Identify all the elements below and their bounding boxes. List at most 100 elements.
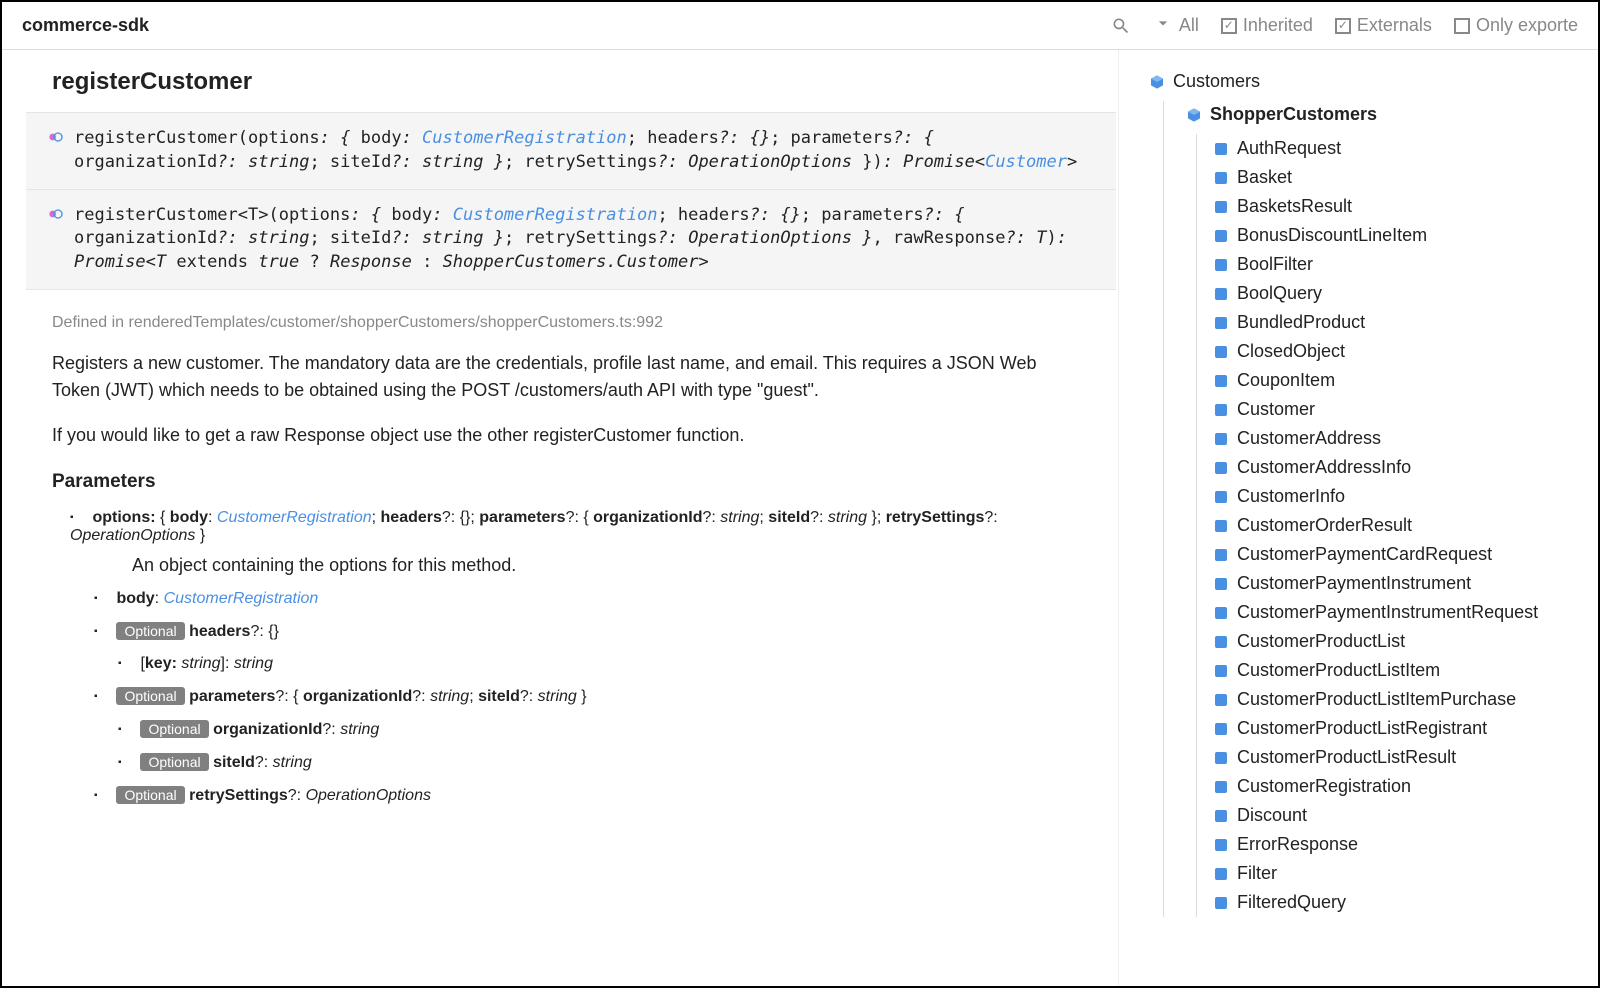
filter-only-exported-label: Only exporte	[1476, 15, 1578, 36]
sidebar-item-label: CustomerPaymentInstrumentRequest	[1237, 602, 1538, 623]
sidebar-item[interactable]: BundledProduct	[1215, 308, 1598, 337]
sidebar-item[interactable]: BoolFilter	[1215, 250, 1598, 279]
filter-inherited-label: Inherited	[1243, 15, 1313, 36]
sidebar-item-label: BonusDiscountLineItem	[1237, 225, 1427, 246]
sidebar-item-label: CustomerProductListItem	[1237, 660, 1440, 681]
sidebar-item-label: CouponItem	[1237, 370, 1335, 391]
param-siteid: Optional siteId?: string	[118, 753, 1118, 772]
sidebar-item[interactable]: CustomerOrderResult	[1215, 511, 1598, 540]
type-icon	[1215, 404, 1227, 416]
param-organizationid: Optional organizationId?: string	[118, 720, 1118, 739]
sidebar-item-label: CustomerRegistration	[1237, 776, 1411, 797]
param-headers: Optional headers?: {} [key: string]: str…	[94, 622, 1118, 673]
header: commerce-sdk All Inherited Externals Onl…	[2, 2, 1598, 50]
method-icon	[48, 206, 64, 222]
sidebar-item[interactable]: CouponItem	[1215, 366, 1598, 395]
filter-externals[interactable]: Externals	[1335, 15, 1432, 36]
sidebar-item-label: ErrorResponse	[1237, 834, 1358, 855]
sidebar-item[interactable]: Discount	[1215, 801, 1598, 830]
param-body: body: CustomerRegistration	[94, 590, 1118, 608]
sidebar-item[interactable]: Filter	[1215, 859, 1598, 888]
type-icon	[1215, 230, 1227, 242]
sidebar-item[interactable]: CustomerRegistration	[1215, 772, 1598, 801]
description-2: If you would like to get a raw Response …	[52, 422, 1088, 449]
sidebar-type-list: AuthRequest Basket BasketsResult BonusDisco…	[1196, 134, 1598, 917]
sidebar-item[interactable]: CustomerProductListItemPurchase	[1215, 685, 1598, 714]
sidebar-item[interactable]: CustomerPaymentCardRequest	[1215, 540, 1598, 569]
type-icon	[1215, 143, 1227, 155]
filter-inherited[interactable]: Inherited	[1221, 15, 1313, 36]
sidebar-item-label: ClosedObject	[1237, 341, 1345, 362]
sidebar-item[interactable]: BonusDiscountLineItem	[1215, 221, 1598, 250]
signature-1: registerCustomer(options: { body: Custom…	[26, 112, 1116, 190]
sidebar-group-customers[interactable]: Customers	[1149, 68, 1598, 95]
parameters-heading: Parameters	[52, 471, 1118, 493]
type-icon	[1215, 694, 1227, 706]
sidebar-item[interactable]: ClosedObject	[1215, 337, 1598, 366]
sidebar-item[interactable]: Basket	[1215, 163, 1598, 192]
sidebar-item[interactable]: CustomerPaymentInstrumentRequest	[1215, 598, 1598, 627]
checkbox-icon	[1454, 18, 1470, 34]
type-icon	[1215, 752, 1227, 764]
description-1: Registers a new customer. The mandatory …	[52, 350, 1088, 404]
sidebar-item-label: CustomerProductList	[1237, 631, 1405, 652]
module-icon	[1186, 107, 1202, 123]
param-headers-key: [key: string]: string	[118, 655, 1118, 673]
sidebar-item-label: AuthRequest	[1237, 138, 1341, 159]
sidebar-item[interactable]: CustomerAddressInfo	[1215, 453, 1598, 482]
sidebar-item-label: CustomerAddress	[1237, 428, 1381, 449]
checkbox-checked-icon	[1221, 18, 1237, 34]
link-customer-registration[interactable]: CustomerRegistration	[164, 590, 319, 607]
sidebar-item-label: BoolQuery	[1237, 283, 1322, 304]
sidebar-item[interactable]: CustomerProductListItem	[1215, 656, 1598, 685]
sidebar-item-label: BoolFilter	[1237, 254, 1313, 275]
type-icon	[1215, 375, 1227, 387]
sidebar-item[interactable]: CustomerInfo	[1215, 482, 1598, 511]
sidebar-item[interactable]: CustomerProductListRegistrant	[1215, 714, 1598, 743]
optional-badge: Optional	[116, 687, 184, 705]
project-title[interactable]: commerce-sdk	[22, 15, 149, 36]
sidebar-item-label: CustomerOrderResult	[1237, 515, 1412, 536]
sidebar: Customers ShopperCustomers AuthRequest Ba…	[1118, 50, 1598, 986]
sidebar-group-shoppercustomers[interactable]: ShopperCustomers	[1186, 101, 1598, 128]
sidebar-item-label: BasketsResult	[1237, 196, 1352, 217]
method-title: registerCustomer	[52, 68, 1118, 96]
sidebar-item-label: Basket	[1237, 167, 1292, 188]
type-icon	[1215, 317, 1227, 329]
type-icon	[1215, 781, 1227, 793]
link-customer-registration[interactable]: CustomerRegistration	[422, 128, 627, 148]
sidebar-item[interactable]: Customer	[1215, 395, 1598, 424]
method-icon	[48, 129, 64, 145]
filter-all[interactable]: All	[1153, 13, 1199, 38]
filter-only-exported[interactable]: Only exporte	[1454, 15, 1578, 36]
sidebar-item[interactable]: CustomerAddress	[1215, 424, 1598, 453]
link-customer[interactable]: Customer	[985, 152, 1067, 172]
sidebar-item-label: Filter	[1237, 863, 1277, 884]
header-tools: All Inherited Externals Only exporte	[1111, 13, 1578, 38]
sidebar-item[interactable]: CustomerPaymentInstrument	[1215, 569, 1598, 598]
type-icon	[1215, 346, 1227, 358]
link-customer-registration[interactable]: CustomerRegistration	[453, 205, 658, 225]
param-parameters: Optional parameters?: { organizationId?:…	[94, 687, 1118, 772]
search-icon[interactable]	[1111, 16, 1131, 36]
sidebar-item[interactable]: AuthRequest	[1215, 134, 1598, 163]
optional-badge: Optional	[140, 753, 208, 771]
sidebar-item[interactable]: BoolQuery	[1215, 279, 1598, 308]
link-customer-registration[interactable]: CustomerRegistration	[217, 509, 372, 526]
type-icon	[1215, 839, 1227, 851]
sidebar-item-label: CustomerAddressInfo	[1237, 457, 1411, 478]
sidebar-item[interactable]: CustomerProductList	[1215, 627, 1598, 656]
sidebar-item[interactable]: CustomerProductListResult	[1215, 743, 1598, 772]
sidebar-item[interactable]: ErrorResponse	[1215, 830, 1598, 859]
type-icon	[1215, 868, 1227, 880]
sidebar-group-label: ShopperCustomers	[1210, 104, 1377, 125]
param-retrysettings: Optional retrySettings?: OperationOption…	[94, 786, 1118, 805]
param-options: options: { body: CustomerRegistration; h…	[70, 509, 1118, 805]
sidebar-item-label: Discount	[1237, 805, 1307, 826]
sidebar-item[interactable]: BasketsResult	[1215, 192, 1598, 221]
type-icon	[1215, 665, 1227, 677]
sidebar-item[interactable]: FilteredQuery	[1215, 888, 1598, 917]
type-icon	[1215, 462, 1227, 474]
type-icon	[1215, 636, 1227, 648]
main-content: registerCustomer registerCustomer(option…	[2, 50, 1118, 986]
